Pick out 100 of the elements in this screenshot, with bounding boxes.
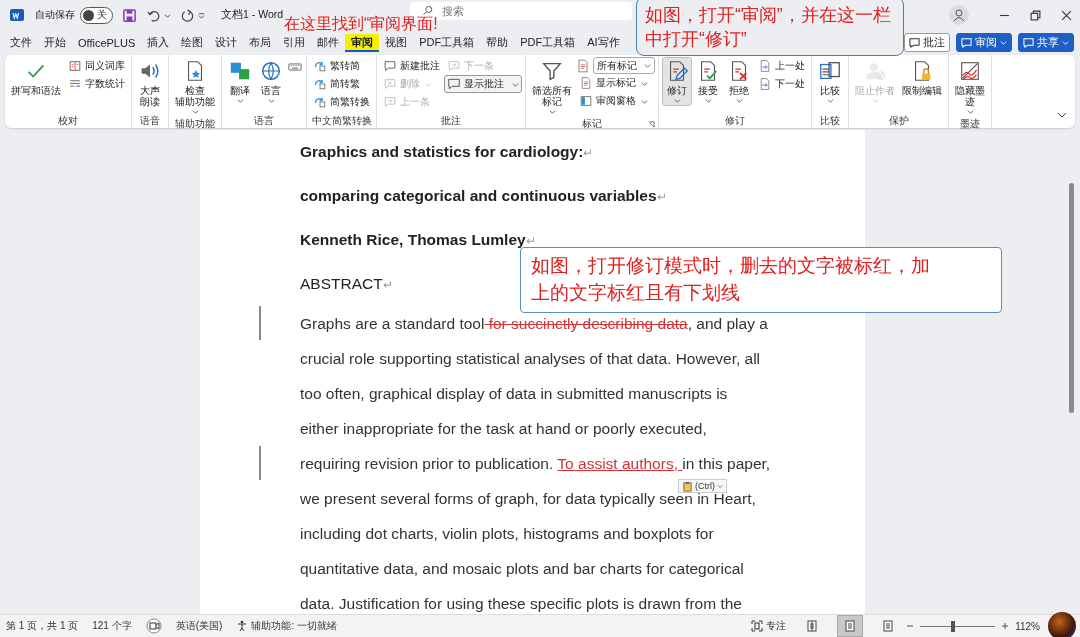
ribbon-button[interactable]: 拒绝 [724,57,754,106]
menu-tab[interactable]: 开始 [38,33,72,52]
zoom-slider[interactable] [951,620,956,632]
menu-tab[interactable]: PDF工具箱 [413,33,481,52]
menu-tab[interactable]: 视图 [379,33,414,52]
caret-icon [267,97,275,104]
customize-icon[interactable] [198,11,205,19]
menu-tab[interactable]: 绘图 [175,33,210,52]
group-label: 保护 [888,113,909,128]
menu-tab[interactable]: PDF工具箱 [514,33,582,52]
comment-icon [383,59,397,73]
comment-icon [1023,37,1034,48]
ribbon-button[interactable]: 下一处 [755,75,808,93]
document-icon [576,58,590,73]
caret-icon [1000,39,1007,46]
accessibility-icon [236,620,249,632]
ribbon-button[interactable]: 繁转简 [310,57,373,75]
menu-tab[interactable]: 帮助 [480,33,515,52]
assistant-orb-icon[interactable] [1048,612,1076,637]
ribbon-button[interactable]: 简繁转换 [310,93,373,111]
accessibility-status[interactable]: 辅助功能: 一切就绪 [236,619,337,633]
menu-tab[interactable]: 引用 [277,33,312,52]
zoom-level[interactable]: 112% [1015,620,1040,632]
ribbon-button[interactable]: 限制编辑 [899,57,945,98]
dialog-launcher-icon[interactable] [648,121,655,128]
ribbon-button[interactable]: 翻译 [225,57,255,106]
ribbon-button[interactable]: 接受 [693,57,723,106]
caret-icon [548,108,556,115]
language-status[interactable]: 英语(美国) [175,619,223,633]
caret-icon[interactable] [164,11,171,19]
group-label: 修订 [725,113,745,128]
focus-mode-button[interactable]: 专注 [751,619,787,633]
ribbon-button[interactable]: 语言 [256,57,286,106]
comment-button[interactable]: 批注 [904,33,950,52]
caret-icon [871,97,879,104]
ribbon-button[interactable]: 简转繁 [310,75,373,93]
pane-icon [579,94,593,108]
document-arrow-icon [758,59,772,73]
globe-icon [259,59,283,83]
ribbon-button[interactable]: 修订 [662,57,692,106]
restore-icon[interactable] [1030,9,1041,21]
document-heading: ABSTRACT↵ [300,275,393,293]
ribbon-button[interactable]: 检查 辅助功能 [172,57,218,117]
window-title: 文档1 - Word [221,8,284,22]
menu-tab[interactable]: 邮件 [311,33,346,52]
ribbon-button[interactable]: 同义词库 [65,57,128,75]
menu-tab[interactable]: 文件 [4,33,38,52]
primary-button[interactable]: 审阅 [956,33,1012,52]
zoom-in-icon[interactable] [1001,622,1010,630]
convert-icon [313,95,327,109]
document-heading: comparing categorical and continuous variables↵ [300,187,667,205]
group-label: 标记 [582,117,602,131]
avatar-icon[interactable] [949,5,969,25]
comment-icon [909,37,920,48]
body-text-line: too often, graphical display of data in submitted manuscripts is [300,384,728,403]
ribbon-button[interactable]: 比较 [815,57,845,106]
show-comments-button[interactable]: 显示批注 [444,75,522,93]
save-icon[interactable] [122,7,137,23]
body-text-line: requiring revision prior to publication. To assist authors, in this paper, [300,454,771,473]
menu-tab[interactable]: 设计 [209,33,244,52]
ribbon-button[interactable]: 大声 朗读 [135,57,165,109]
collapse-icon[interactable] [1057,110,1067,120]
print-layout-icon[interactable] [838,616,863,636]
markup-dropdown[interactable]: 所有标记 [593,57,655,74]
macro-record-icon[interactable] [145,618,162,634]
body-text-line: quantitative data, and mosaic plots and bar charts for categorical [300,559,744,578]
ribbon-button[interactable]: 显示标记 [576,74,655,92]
ribbon-button[interactable]: 新建批注 [380,57,443,75]
ribbon-button[interactable]: 上一处 [755,57,808,75]
caret-icon [191,108,199,115]
book-icon [68,59,82,73]
word-count: 121 个字 [92,619,132,633]
ribbon-button[interactable]: 审阅窗格 [576,92,655,110]
autosave-label: 自动保存 [35,8,75,22]
autosave-toggle[interactable]: 关 [80,6,113,24]
ribbon-button[interactable]: 拼写和语法 [8,57,64,98]
menu-tab[interactable]: 插入 [141,33,176,52]
annotation-box: 如图，打开“审阅”，并在这一栏 中打开“修订” [636,0,904,56]
menu-tab[interactable]: OfficePLUS [72,33,142,52]
ribbon-button[interactable]: 筛选所有 标记 [529,57,575,117]
document-heading: Kenneth Rice, Thomas Lumley↵ [300,231,536,249]
caret-icon [704,97,712,104]
ribbon-button[interactable]: 隐藏墨 迹 [952,57,988,117]
comment-icon [961,37,972,48]
document-arrow-icon [758,77,772,91]
redo-icon[interactable] [180,7,195,23]
menu-tab[interactable]: 审阅 [345,33,380,52]
comment-arrow-icon [383,95,397,109]
group-label: 比较 [820,113,840,128]
primary-button[interactable]: 共享 [1018,33,1074,52]
menu-tab[interactable]: AI写作 [581,33,626,52]
group-label: 辅助功能 [175,117,215,131]
body-text-line: Graphs are a standard tool for succinctly describing data, and play a [300,314,768,333]
scrollbar-thumb[interactable] [1069,183,1074,413]
menu-tab[interactable]: 布局 [243,33,278,52]
close-icon[interactable] [1061,9,1072,21]
paste-options-button[interactable]: (Ctrl) [678,479,727,493]
ribbon-button[interactable]: 字数统计 [65,75,128,93]
document-icon [579,76,593,90]
caret-icon [826,97,834,104]
